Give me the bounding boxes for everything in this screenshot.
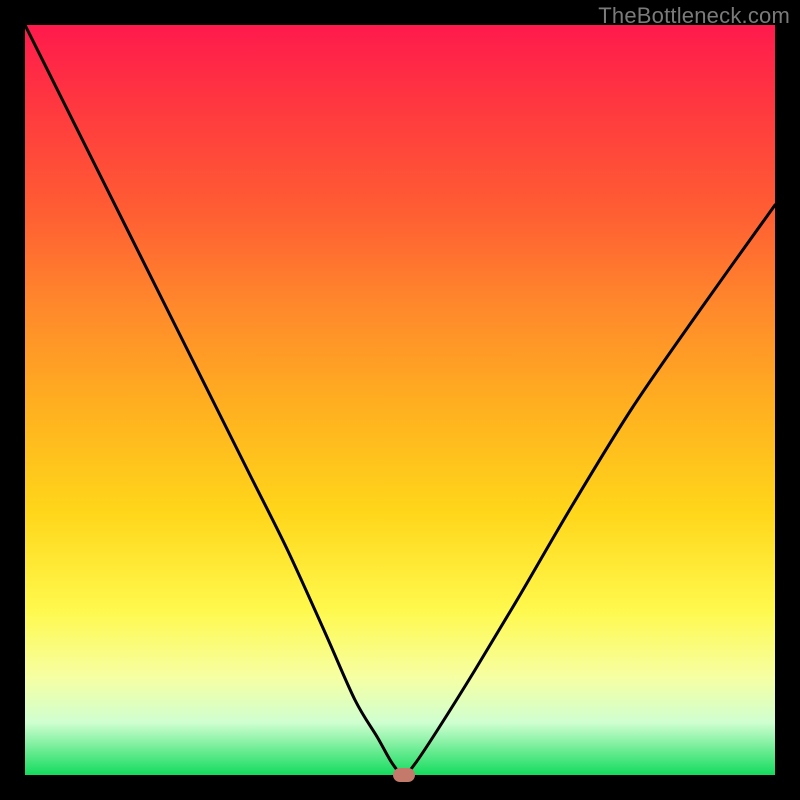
- watermark-text: TheBottleneck.com: [598, 3, 790, 29]
- minimum-marker: [393, 768, 415, 782]
- bottleneck-curve: [25, 25, 775, 775]
- chart-frame: TheBottleneck.com: [0, 0, 800, 800]
- plot-area: [25, 25, 775, 775]
